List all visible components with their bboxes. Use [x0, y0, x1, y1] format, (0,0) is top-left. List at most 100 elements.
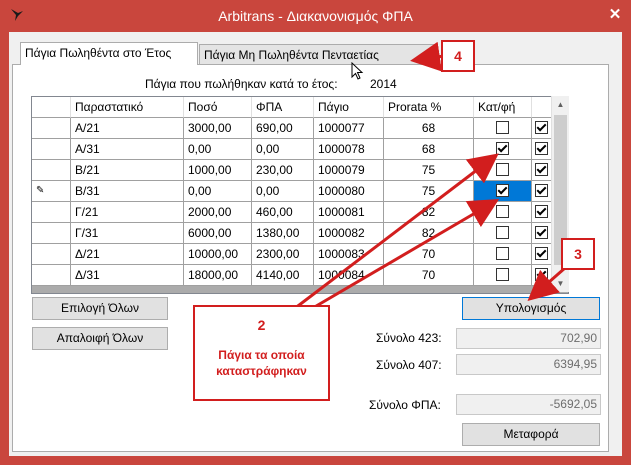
- cell-prorata[interactable]: 68: [384, 118, 474, 139]
- cell-prorata[interactable]: 70: [384, 244, 474, 265]
- include-checkbox[interactable]: [535, 121, 548, 135]
- cell-vat[interactable]: 0,00: [252, 181, 314, 202]
- cell-destroyed[interactable]: [474, 265, 532, 286]
- transfer-button[interactable]: Μεταφορά: [462, 423, 600, 446]
- destroyed-checkbox[interactable]: [496, 163, 509, 177]
- destroyed-checkbox[interactable]: [496, 268, 509, 282]
- include-checkbox[interactable]: [535, 142, 548, 156]
- column-header-asset[interactable]: Πάγιο: [314, 97, 384, 118]
- cell-include[interactable]: [532, 244, 552, 265]
- cell-prorata[interactable]: 82: [384, 202, 474, 223]
- cell-vat[interactable]: 230,00: [252, 160, 314, 181]
- cell-asset[interactable]: 1000083: [314, 244, 384, 265]
- cell-destroyed[interactable]: [474, 244, 532, 265]
- cell-vat[interactable]: 0,00: [252, 139, 314, 160]
- cell-destroyed[interactable]: [474, 139, 532, 160]
- cell-prorata[interactable]: 75: [384, 160, 474, 181]
- deselect-all-button[interactable]: Απαλοιφή Όλων: [32, 327, 168, 350]
- include-checkbox[interactable]: [535, 184, 548, 198]
- destroyed-checkbox[interactable]: [496, 184, 509, 198]
- cell-include[interactable]: [532, 202, 552, 223]
- cell-asset[interactable]: 1000084: [314, 265, 384, 286]
- row-header[interactable]: [32, 118, 71, 139]
- cell-destroyed[interactable]: [474, 181, 532, 202]
- cell-destroyed[interactable]: [474, 223, 532, 244]
- cell-include[interactable]: [532, 181, 552, 202]
- cell-document[interactable]: Γ/31: [71, 223, 184, 244]
- include-checkbox[interactable]: [535, 226, 548, 240]
- destroyed-checkbox[interactable]: [496, 247, 509, 261]
- destroyed-checkbox[interactable]: [496, 121, 509, 135]
- row-header[interactable]: [32, 244, 71, 265]
- cell-document[interactable]: Δ/31: [71, 265, 184, 286]
- cell-document[interactable]: Β/31: [71, 181, 184, 202]
- include-checkbox[interactable]: [535, 163, 548, 177]
- cell-prorata[interactable]: 82: [384, 223, 474, 244]
- column-header-amount[interactable]: Ποσό: [184, 97, 252, 118]
- cell-include[interactable]: [532, 160, 552, 181]
- cell-vat[interactable]: 1380,00: [252, 223, 314, 244]
- total-407-field[interactable]: 6394,95: [456, 354, 601, 375]
- destroyed-checkbox[interactable]: [496, 142, 509, 156]
- cell-asset[interactable]: 1000078: [314, 139, 384, 160]
- cell-amount[interactable]: 2000,00: [184, 202, 252, 223]
- cell-document[interactable]: Δ/21: [71, 244, 184, 265]
- include-checkbox[interactable]: [535, 268, 548, 282]
- row-header[interactable]: [32, 160, 71, 181]
- cell-asset[interactable]: 1000079: [314, 160, 384, 181]
- cell-amount[interactable]: 1000,00: [184, 160, 252, 181]
- cell-amount[interactable]: 6000,00: [184, 223, 252, 244]
- cell-include[interactable]: [532, 139, 552, 160]
- row-header[interactable]: ✎: [32, 181, 71, 202]
- cell-vat[interactable]: 4140,00: [252, 265, 314, 286]
- cell-document[interactable]: Γ/21: [71, 202, 184, 223]
- cell-include[interactable]: [532, 118, 552, 139]
- cell-prorata[interactable]: 75: [384, 181, 474, 202]
- cell-asset[interactable]: 1000081: [314, 202, 384, 223]
- total-423-field[interactable]: 702,90: [456, 328, 601, 349]
- cell-asset[interactable]: 1000077: [314, 118, 384, 139]
- calculate-button[interactable]: Υπολογισμός: [462, 297, 600, 320]
- cell-asset[interactable]: 1000080: [314, 181, 384, 202]
- cell-amount[interactable]: 3000,00: [184, 118, 252, 139]
- tab-sold-assets[interactable]: Πάγια Πωληθέντα στο Έτος: [20, 42, 198, 65]
- destroyed-checkbox[interactable]: [496, 226, 509, 240]
- column-header-vat[interactable]: ΦΠΑ: [252, 97, 314, 118]
- cell-amount[interactable]: 10000,00: [184, 244, 252, 265]
- row-header[interactable]: [32, 139, 71, 160]
- cell-vat[interactable]: 2300,00: [252, 244, 314, 265]
- cell-asset[interactable]: 1000082: [314, 223, 384, 244]
- cell-document[interactable]: Β/21: [71, 160, 184, 181]
- row-header[interactable]: [32, 202, 71, 223]
- cell-amount[interactable]: 0,00: [184, 181, 252, 202]
- total-vat-field[interactable]: -5692,05: [456, 394, 601, 415]
- include-checkbox[interactable]: [535, 247, 548, 261]
- close-button[interactable]: ✕: [604, 5, 626, 25]
- cell-vat[interactable]: 460,00: [252, 202, 314, 223]
- include-checkbox[interactable]: [535, 205, 548, 219]
- cell-document[interactable]: Α/31: [71, 139, 184, 160]
- cell-prorata[interactable]: 68: [384, 139, 474, 160]
- scroll-up-icon[interactable]: ▲: [552, 96, 569, 113]
- cell-amount[interactable]: 18000,00: [184, 265, 252, 286]
- row-header[interactable]: [32, 223, 71, 244]
- tab-unsold-assets[interactable]: Πάγια Μη Πωληθέντα Πενταετίας: [199, 44, 435, 65]
- cell-amount[interactable]: 0,00: [184, 139, 252, 160]
- cell-destroyed[interactable]: [474, 118, 532, 139]
- column-header-include[interactable]: [532, 97, 552, 118]
- cell-include[interactable]: [532, 265, 552, 286]
- row-header[interactable]: [32, 265, 71, 286]
- cell-destroyed[interactable]: [474, 160, 532, 181]
- column-header-prorata[interactable]: Prorata %: [384, 97, 474, 118]
- destroyed-checkbox[interactable]: [496, 205, 509, 219]
- select-all-button[interactable]: Επιλογή Όλων: [32, 297, 168, 320]
- cell-prorata[interactable]: 70: [384, 265, 474, 286]
- column-header-document[interactable]: Παραστατικό: [71, 97, 184, 118]
- column-header-destroyed[interactable]: Κατ/φή: [474, 97, 532, 118]
- cell-vat[interactable]: 690,00: [252, 118, 314, 139]
- cell-include[interactable]: [532, 223, 552, 244]
- cell-document[interactable]: Α/21: [71, 118, 184, 139]
- cell-destroyed[interactable]: [474, 202, 532, 223]
- scroll-down-icon[interactable]: ▼: [552, 275, 569, 292]
- assets-grid[interactable]: Παραστατικό Ποσό ΦΠΑ Πάγιο Prorata % Κατ…: [31, 96, 569, 294]
